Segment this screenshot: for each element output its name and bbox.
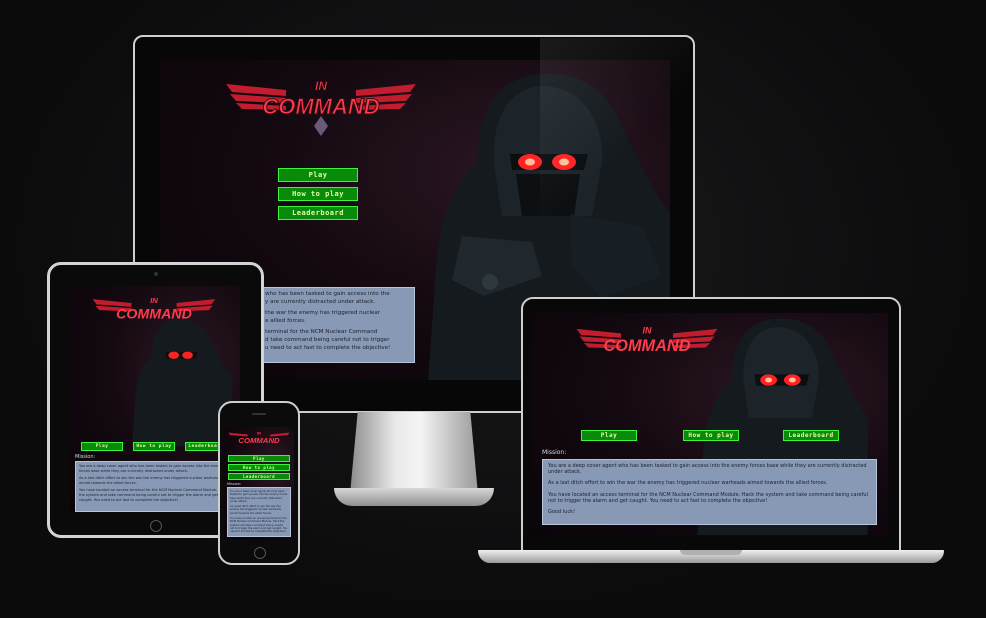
in-command-logo: IN COMMAND — [226, 79, 416, 136]
logo-main-text: COMMAND — [238, 436, 280, 445]
mission-label: Mission: — [542, 449, 567, 456]
play-button[interactable]: Play — [228, 455, 290, 462]
logo-top-text: IN — [643, 325, 652, 335]
mission-panel: who has been tasked to gain access into … — [260, 287, 415, 363]
laptop-screen: IN COMMAND Play How to play Leaderboard … — [532, 313, 888, 535]
mission-paragraph-2: As a last ditch effort to win the war th… — [548, 480, 828, 487]
phone-screen: IN COMMAND Play How to play Leaderboard … — [224, 427, 294, 539]
logo-main-text: COMMAND — [116, 307, 192, 323]
home-button-icon[interactable] — [254, 547, 266, 559]
monitor-stand — [350, 412, 478, 494]
logo-main-text: COMMAND — [604, 337, 691, 355]
mission-paragraph-2: As a last ditch effort to win the war th… — [79, 476, 222, 485]
mission-paragraph-3: You have located an access terminal for … — [230, 517, 288, 534]
play-button[interactable]: Play — [81, 442, 123, 451]
tablet-screen: IN COMMAND Play How to play Leaderboard … — [69, 286, 240, 512]
how-to-play-button[interactable]: How to play — [683, 430, 739, 441]
mission-line: e allied forces. — [265, 317, 306, 324]
mission-line: y are currently distracted under attack. — [265, 298, 376, 305]
how-to-play-button[interactable]: How to play — [278, 187, 358, 201]
mission-panel: You are a deep cover agent who has been … — [227, 487, 291, 537]
in-command-logo: IN COMMAND — [228, 431, 290, 445]
logo-main-text: COMMAND — [262, 94, 379, 119]
in-command-logo: IN COMMAND — [576, 325, 718, 355]
play-button[interactable]: Play — [278, 168, 358, 182]
responsive-mockup: IN COMMAND Play How to play Leaderboard … — [0, 0, 986, 618]
mission-paragraph-3: You have located an access terminal for … — [79, 488, 228, 502]
mission-paragraph-4: Good luck! — [548, 509, 575, 516]
mission-line: the war the enemy has triggered nuclear — [265, 310, 381, 317]
mission-line: terminal for the NCM Nuclear Command — [265, 329, 378, 336]
camera-dot-icon — [154, 272, 158, 276]
speaker-slot — [252, 413, 266, 415]
leaderboard-button[interactable]: Leaderboard — [278, 206, 358, 220]
mission-line: u need to act fast to complete the objec… — [265, 344, 391, 351]
mission-panel: You are a deep cover agent who has been … — [542, 459, 877, 525]
mission-paragraph-1: You are a deep cover agent who has been … — [230, 490, 288, 503]
how-to-play-button[interactable]: How to play — [133, 442, 175, 451]
mission-label: Mission: — [75, 454, 96, 460]
mission-label: Mission: — [227, 482, 242, 486]
mission-line: who has been tasked to gain access into … — [265, 291, 390, 297]
how-to-play-button[interactable]: How to play — [228, 464, 290, 471]
leaderboard-button[interactable]: Leaderboard — [783, 430, 839, 441]
monitor-glare — [540, 38, 690, 218]
monitor-base — [334, 488, 494, 506]
mission-paragraph-1: You are a deep cover agent who has been … — [548, 463, 867, 476]
logo-top-text: IN — [150, 296, 158, 305]
mission-paragraph-1: You are a deep cover agent who has been … — [79, 464, 223, 473]
mission-paragraph-2: As a last ditch effort to win the war th… — [230, 505, 281, 515]
laptop-notch — [680, 550, 742, 555]
mission-panel: You are a deep cover agent who has been … — [75, 461, 234, 512]
in-command-logo: IN COMMAND — [92, 296, 216, 323]
home-button-icon[interactable] — [150, 520, 162, 532]
mission-line: d take command being careful not to trig… — [265, 336, 390, 343]
leaderboard-button[interactable]: Leaderboard — [228, 473, 290, 480]
mission-paragraph-3: You have located an access terminal for … — [548, 491, 868, 504]
logo-top-text: IN — [257, 431, 261, 436]
logo-top-text: IN — [315, 79, 327, 93]
play-button[interactable]: Play — [581, 430, 637, 441]
